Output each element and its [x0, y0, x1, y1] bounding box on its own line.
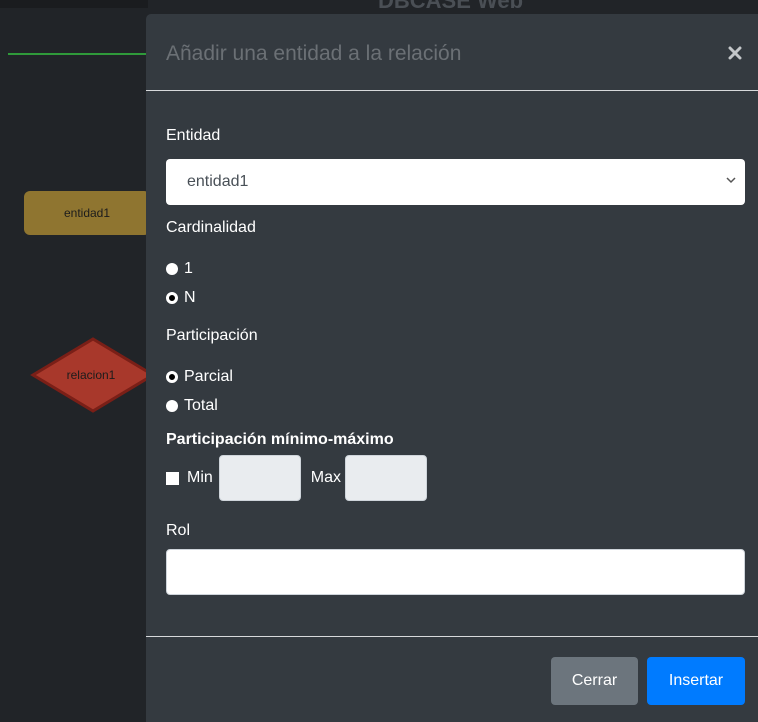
minmax-label: Participación mínimo-máximo: [166, 431, 394, 448]
add-entity-modal: Añadir una entidad a la relación Entidad…: [146, 14, 758, 722]
max-label: Max: [310, 469, 342, 486]
modal-title: Añadir una entidad a la relación: [166, 42, 462, 65]
participation-label: Participación: [166, 327, 258, 344]
entity-select-value: entidad1: [187, 173, 249, 190]
times-icon: [728, 46, 742, 60]
cardinality-label: Cardinalidad: [166, 219, 256, 236]
insert-button[interactable]: Insertar: [647, 657, 745, 705]
radio-label: Total: [184, 397, 218, 414]
cardinality-option-1[interactable]: 1: [166, 260, 193, 278]
footer-divider: [146, 636, 758, 637]
entity-node[interactable]: entidad1: [24, 191, 150, 235]
radio-button[interactable]: [166, 263, 178, 275]
entity-select[interactable]: entidad1: [166, 159, 745, 205]
top-bar: [0, 0, 148, 8]
participation-option-total[interactable]: Total: [166, 397, 218, 415]
minmax-checkbox[interactable]: [166, 471, 179, 485]
relation-node[interactable]: [30, 337, 156, 413]
max-input[interactable]: [345, 455, 428, 501]
radio-button[interactable]: [166, 400, 178, 412]
cardinality-option-n[interactable]: N: [166, 289, 196, 307]
role-input[interactable]: [166, 549, 745, 595]
radio-label: 1: [184, 260, 193, 277]
radio-label: N: [184, 289, 196, 306]
minmax-row: Min Max: [166, 455, 428, 501]
accent-line: [8, 53, 148, 55]
min-input[interactable]: [218, 455, 301, 501]
entity-node-label: entidad1: [63, 206, 111, 220]
radio-button-checked[interactable]: [166, 292, 178, 304]
close-modal-button[interactable]: Cerrar: [551, 657, 638, 705]
chevron-down-icon: [726, 177, 736, 184]
min-label: Min: [187, 469, 213, 486]
radio-button-checked[interactable]: [166, 371, 178, 383]
role-label: Rol: [166, 522, 191, 539]
close-button[interactable]: [722, 40, 748, 66]
app-title: DBCASE Web: [378, 0, 524, 13]
radio-label: Parcial: [184, 368, 233, 385]
entity-label: Entidad: [166, 127, 221, 144]
participation-option-parcial[interactable]: Parcial: [166, 368, 233, 386]
modal-header: Añadir una entidad a la relación: [146, 14, 758, 91]
